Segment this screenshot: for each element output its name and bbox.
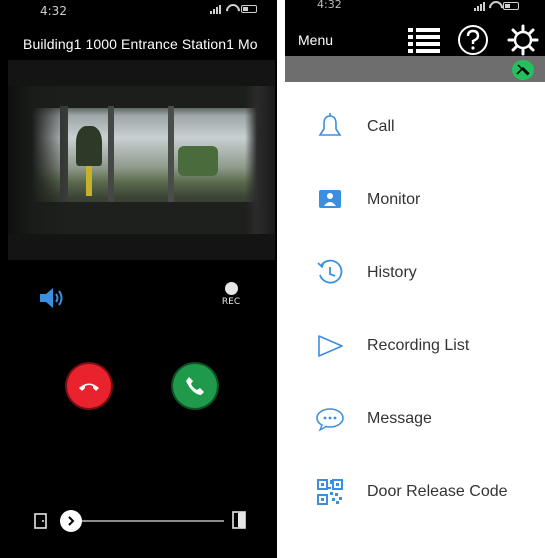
slider-track: [74, 520, 224, 522]
menu-item-history[interactable]: History: [285, 246, 545, 300]
record-label: REC: [221, 297, 241, 307]
menu-item-label: Recording List: [367, 337, 470, 354]
status-time: 4:32: [40, 4, 67, 18]
speaker-icon[interactable]: [38, 286, 68, 310]
record-button[interactable]: REC: [218, 282, 244, 312]
chevron-right-icon: [68, 516, 75, 526]
menu-item-door-release-code[interactable]: Door Release Code: [285, 465, 545, 519]
monitor-icon: [315, 185, 345, 215]
hang-up-button[interactable]: [67, 364, 111, 408]
wifi-icon: [225, 4, 237, 14]
battery-icon: [503, 2, 519, 10]
bell-icon: [315, 112, 345, 142]
status-bar: 4:32: [0, 0, 277, 22]
battery-icon: [241, 5, 257, 13]
help-icon[interactable]: [457, 24, 489, 55]
menu-item-label: Call: [367, 118, 395, 135]
history-icon: [315, 258, 345, 288]
signal-icon: [210, 4, 221, 14]
door-open-icon: [232, 511, 248, 529]
unlock-slider[interactable]: [34, 508, 254, 532]
menu-item-call[interactable]: Call: [285, 100, 545, 154]
status-indicators: [210, 4, 257, 14]
menu-item-label: Door Release Code: [367, 483, 508, 500]
status-indicators: [474, 1, 519, 11]
menu-screen: 4:32 Menu Call Monitor History Recording…: [285, 0, 545, 558]
phone-answer-icon: [186, 377, 204, 395]
menu-header: Menu: [285, 14, 545, 56]
phone-hangup-icon: [79, 383, 99, 391]
answer-button[interactable]: [173, 364, 217, 408]
slider-handle[interactable]: [60, 510, 82, 532]
menu-item-message[interactable]: Message: [285, 392, 545, 446]
record-icon: [224, 282, 238, 295]
signal-icon: [474, 1, 485, 11]
message-icon: [315, 404, 345, 434]
menu-item-recording-list[interactable]: Recording List: [285, 319, 545, 373]
menu-item-label: Message: [367, 410, 432, 427]
list-icon[interactable]: [407, 25, 441, 55]
station-title: Building1 1000 Entrance Station1 Mo: [23, 36, 258, 52]
status-bar: 4:32: [285, 0, 545, 14]
menu-item-label: History: [367, 264, 417, 281]
menu-title: Menu: [298, 32, 334, 48]
intercom-call-screen: 4:32 Building1 1000 Entrance Station1 Mo…: [0, 0, 277, 558]
camera-video-feed[interactable]: [8, 86, 275, 234]
settings-icon[interactable]: [507, 24, 539, 56]
play-outline-icon: [315, 331, 345, 361]
menu-item-label: Monitor: [367, 191, 421, 208]
qr-code-icon: [315, 477, 345, 507]
connection-status-bar: [285, 56, 545, 82]
door-closed-icon: [34, 513, 48, 529]
menu-item-monitor[interactable]: Monitor: [285, 173, 545, 227]
connection-badge-icon: [512, 60, 534, 80]
wifi-icon: [488, 1, 500, 11]
status-time: 4:32: [317, 0, 342, 11]
